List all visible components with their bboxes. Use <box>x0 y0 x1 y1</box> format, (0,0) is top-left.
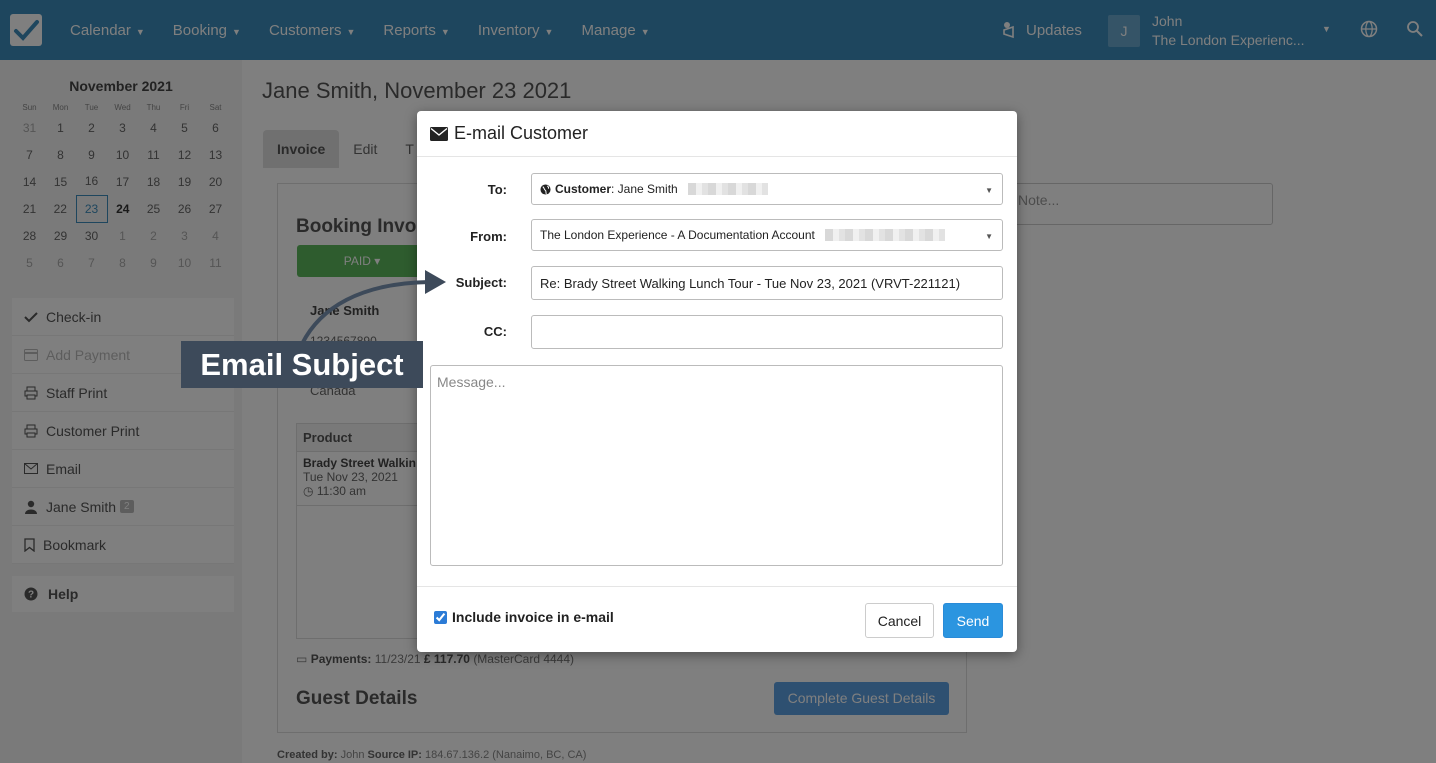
redacted-email <box>824 229 945 241</box>
to-label: To: <box>487 182 507 197</box>
from-label: From: <box>470 229 507 244</box>
redacted-email <box>687 183 768 195</box>
include-invoice-toggle[interactable]: Include invoice in e-mail <box>434 609 614 625</box>
caret-down-icon: ▼ <box>985 186 993 195</box>
send-button[interactable]: Send <box>943 603 1003 638</box>
from-select[interactable]: The London Experience - A Documentation … <box>531 219 1003 251</box>
from-value: The London Experience - A Documentation … <box>540 228 815 242</box>
include-invoice-checkbox[interactable] <box>434 610 447 624</box>
caret-down-icon: ▼ <box>985 232 993 241</box>
subject-input[interactable] <box>531 266 1003 300</box>
to-prefix: Customer <box>555 182 612 196</box>
message-textarea[interactable] <box>430 365 1003 566</box>
include-invoice-label: Include invoice in e-mail <box>452 609 614 625</box>
envelope-icon <box>430 126 448 141</box>
cc-input[interactable] <box>531 315 1003 349</box>
annotation-callout: Email Subject <box>181 341 423 388</box>
to-select[interactable]: Customer: Jane Smith ▼ <box>531 173 1003 205</box>
globe-icon <box>540 183 551 195</box>
modal-title: E-mail Customer <box>454 123 589 143</box>
modal-footer: Include invoice in e-mail Cancel Send <box>417 586 1017 652</box>
modal-header: E-mail Customer <box>417 111 1017 157</box>
annotation-arrow-icon <box>300 270 446 345</box>
to-value: : Jane Smith <box>611 182 678 196</box>
email-customer-modal: E-mail Customer To: Customer: Jane Smith… <box>417 111 1017 652</box>
cancel-button[interactable]: Cancel <box>865 603 934 638</box>
